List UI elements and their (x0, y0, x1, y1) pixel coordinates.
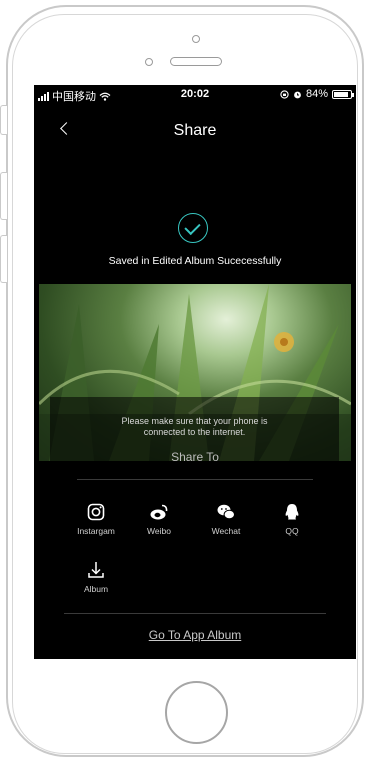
divider (77, 479, 313, 480)
save-album-button[interactable]: Album (66, 560, 126, 594)
wechat-icon (217, 504, 235, 520)
alarm-icon (294, 91, 301, 98)
volume-down-button (0, 235, 7, 283)
share-to-heading: Share To (171, 450, 219, 464)
share-instagram-button[interactable]: Instargam (66, 502, 126, 536)
check-circle-icon (178, 213, 208, 243)
front-camera (192, 35, 200, 43)
share-wechat-button[interactable]: Wechat (196, 502, 256, 536)
download-icon (88, 562, 104, 578)
divider (64, 613, 326, 614)
rotation-lock-icon (280, 89, 289, 99)
nav-bar: Share (34, 119, 356, 145)
success-message: Saved in Edited Album Sucecessfully (108, 255, 282, 267)
share-qq-button[interactable]: QQ (262, 502, 322, 536)
battery-icon (332, 89, 354, 99)
share-weibo-button[interactable]: Weibo (129, 502, 189, 536)
go-to-app-album-link[interactable]: Go To App Album (34, 628, 356, 642)
proximity-sensor (145, 58, 153, 66)
volume-up-button (0, 172, 7, 220)
battery-percent: 84% (305, 88, 328, 100)
home-button[interactable] (165, 681, 228, 744)
app-screen: 中国移动 20:02 84% Share Saved in Edited Alb… (34, 85, 356, 659)
instagram-icon (87, 503, 105, 521)
page-title: Share (173, 122, 217, 139)
weibo-icon (150, 504, 168, 520)
internet-notice: Please make sure that your phone is conn… (121, 416, 268, 437)
earpiece-speaker (170, 57, 222, 66)
status-bar: 中国移动 20:02 84% (34, 85, 356, 103)
qq-icon (285, 504, 299, 520)
mute-switch (0, 105, 7, 135)
